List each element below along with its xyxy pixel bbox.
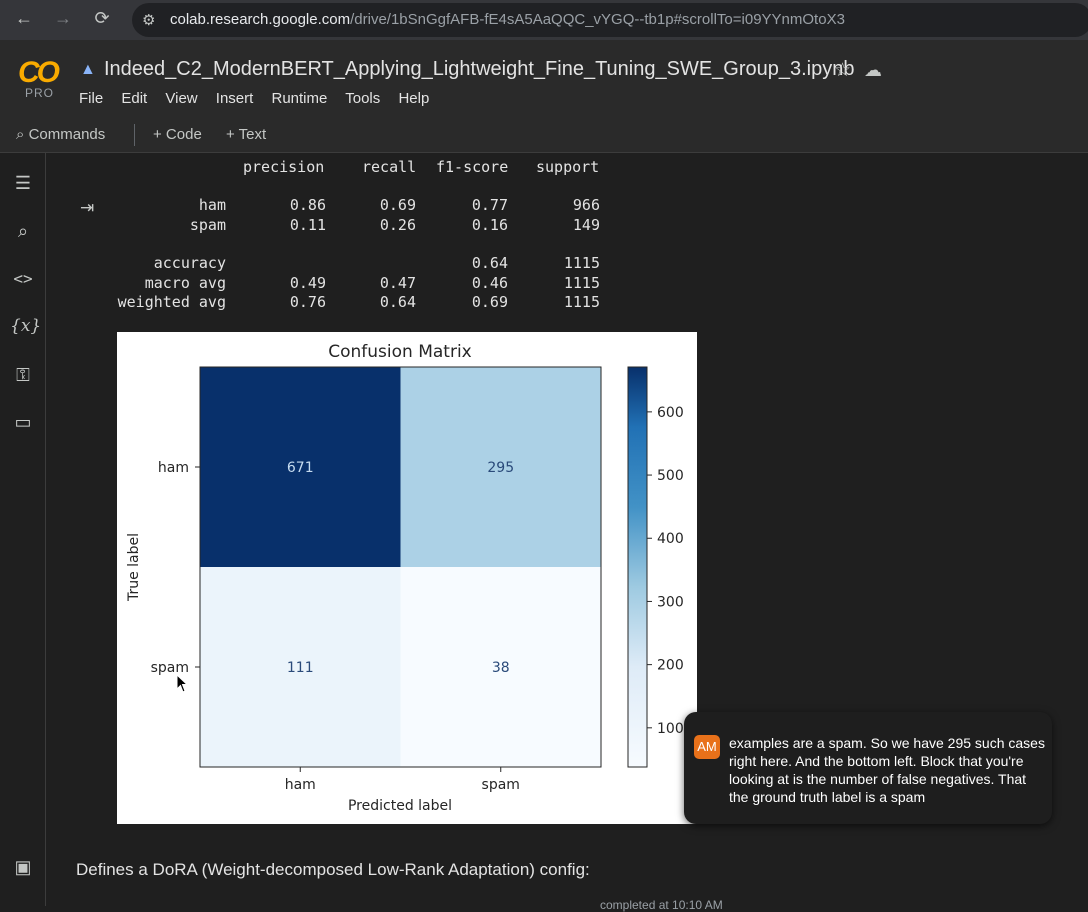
report-row: macro avg 0.49 0.47 0.46 1115 [144,274,600,292]
colorbar [627,366,648,768]
colab-logo[interactable]: CO [18,56,60,90]
menu-bar: File Edit View Insert Runtime Tools Help [79,90,443,107]
menu-file[interactable]: File [79,90,103,107]
left-sidebar: ☰ ⌕ <> {x} ⚿ ▭ ▣ [0,153,46,906]
report-row: spam 0.11 0.26 0.16 149 [189,216,600,234]
report-header: precision recall f1-score support [243,158,600,176]
files-folder-icon[interactable]: ▭ [10,412,36,433]
menu-tools[interactable]: Tools [345,90,380,107]
menu-insert[interactable]: Insert [216,90,254,107]
code-snippets-icon[interactable]: <> [10,269,36,288]
cell-value-label: 38 [492,660,510,676]
mouse-cursor-icon [176,674,189,693]
add-code-button[interactable]: + Code [153,126,202,143]
add-text-button[interactable]: + Text [226,126,266,143]
x-tick-label: ham [285,777,316,793]
reload-icon[interactable]: ⟳ [90,8,114,29]
plan-badge: PRO [25,86,55,100]
commands-button[interactable]: ⌕ Commands [16,126,105,143]
colorbar-tick-label: 500 [657,468,684,484]
variables-icon[interactable]: {x} [10,316,41,336]
notebook-title[interactable]: Indeed_C2_ModernBERT_Applying_Lightweigh… [104,58,855,81]
x-tick-label: spam [482,777,520,793]
output-actions-icon[interactable]: ⇥ [80,198,94,218]
toolbar-divider [134,124,135,146]
address-bar[interactable]: ⚙ colab.research.google.com/drive/1bSnGg… [132,3,1088,37]
x-axis-label: Predicted label [348,798,452,814]
browser-toolbar: ← → ⟳ ⚙ colab.research.google.com/drive/… [0,0,1088,40]
search-icon: ⌕ [16,126,25,143]
forward-icon[interactable]: → [51,8,75,29]
menu-runtime[interactable]: Runtime [271,90,327,107]
terminal-icon[interactable]: ▣ [10,857,36,878]
cloud-save-icon[interactable]: ☁ [864,60,882,81]
caption-overlay: AM examples are a spam. So we have 295 s… [684,712,1052,824]
colorbar-tick-label: 200 [657,658,684,674]
menu-help[interactable]: Help [398,90,429,107]
colorbar-tick-label: 100 [657,721,684,737]
cell-value-label: 671 [287,460,314,476]
confusion-matrix-figure: Confusion Matrix 671 295 111 38 ham spam ham s… [117,332,697,824]
text-cell[interactable]: Defines a DoRA (Weight-decomposed Low-Ra… [76,860,590,880]
colorbar-tick-label: 400 [657,531,684,547]
drive-icon[interactable]: ▲ [80,61,96,79]
menu-view[interactable]: View [165,90,197,107]
cell-value-label: 295 [487,460,514,476]
confusion-matrix-chart: Confusion Matrix 671 295111 38 ham spamhams… [126,342,684,814]
report-row: weighted avg 0.76 0.64 0.69 1115 [117,293,600,311]
chart-title: Confusion Matrix [328,342,472,362]
y-axis-label: True label [126,533,142,602]
caption-text: examples are a spam. So we have 295 such… [729,735,1045,805]
back-icon[interactable]: ← [12,8,36,29]
status-bar: completed at 10:10 AM [600,898,723,912]
find-replace-icon[interactable]: ⌕ [10,221,36,242]
table-of-contents-icon[interactable]: ☰ [10,173,36,194]
notebook-toolbar: ⌕ Commands + Code + Text [0,118,1088,153]
report-row: ham 0.86 0.69 0.77 966 [198,196,600,214]
colab-header: CO PRO ▲ Indeed_C2_ModernBERT_Applying_L… [0,40,1088,118]
speaker-avatar: AM [694,735,720,759]
colorbar-tick-label: 600 [657,405,684,421]
site-info-icon[interactable]: ⚙ [142,11,155,29]
star-icon[interactable]: ☆ [834,59,851,82]
colorbar-tick-label: 300 [657,594,684,610]
secrets-key-icon[interactable]: ⚿ [10,365,36,386]
menu-edit[interactable]: Edit [121,90,147,107]
report-row: accuracy 0.64 1115 [153,254,600,272]
y-tick-label: ham [158,460,189,476]
url-text: colab.research.google.com/drive/1bSnGgfA… [170,11,845,28]
cell-value-label: 111 [287,660,314,676]
